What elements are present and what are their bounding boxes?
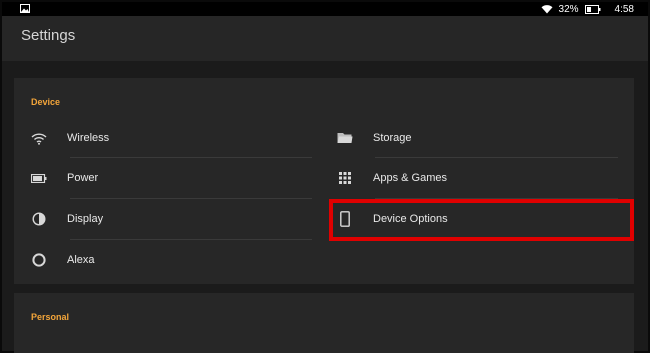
status-bar: 32% 4:58 <box>2 2 648 16</box>
battery-percent: 32% <box>558 3 579 15</box>
wifi-icon <box>30 129 48 147</box>
settings-item-label: Display <box>67 213 104 225</box>
highlight-box <box>329 199 634 241</box>
battery-icon <box>584 4 601 14</box>
personal-section: Personal <box>14 293 634 353</box>
settings-item-wireless[interactable]: Wireless <box>14 118 314 158</box>
settings-item-label: Storage <box>373 132 412 144</box>
alexa-ring-icon <box>30 251 48 269</box>
app-header: Settings <box>2 16 648 61</box>
folder-icon <box>336 129 354 147</box>
section-label-device: Device <box>31 97 61 107</box>
battery-icon <box>30 169 48 187</box>
settings-item-label: Apps & Games <box>373 172 447 184</box>
clock: 4:58 <box>614 3 634 15</box>
grid-icon <box>336 169 354 187</box>
gallery-icon <box>20 4 30 13</box>
settings-item-display[interactable]: Display <box>14 199 314 239</box>
settings-item-storage[interactable]: Storage <box>320 118 620 158</box>
settings-item-label: Wireless <box>67 132 110 144</box>
device-section: Device Wireless Power Display Alexa Stor… <box>14 78 634 284</box>
section-label-personal: Personal <box>31 312 70 322</box>
wifi-icon <box>541 5 553 14</box>
page-title: Settings <box>21 27 76 44</box>
settings-item-apps-games[interactable]: Apps & Games <box>320 158 620 198</box>
settings-item-label: Power <box>67 172 99 184</box>
half-circle-icon <box>30 210 48 228</box>
settings-item-alexa[interactable]: Alexa <box>14 240 314 280</box>
settings-item-label: Alexa <box>67 254 95 266</box>
settings-item-power[interactable]: Power <box>14 158 314 198</box>
